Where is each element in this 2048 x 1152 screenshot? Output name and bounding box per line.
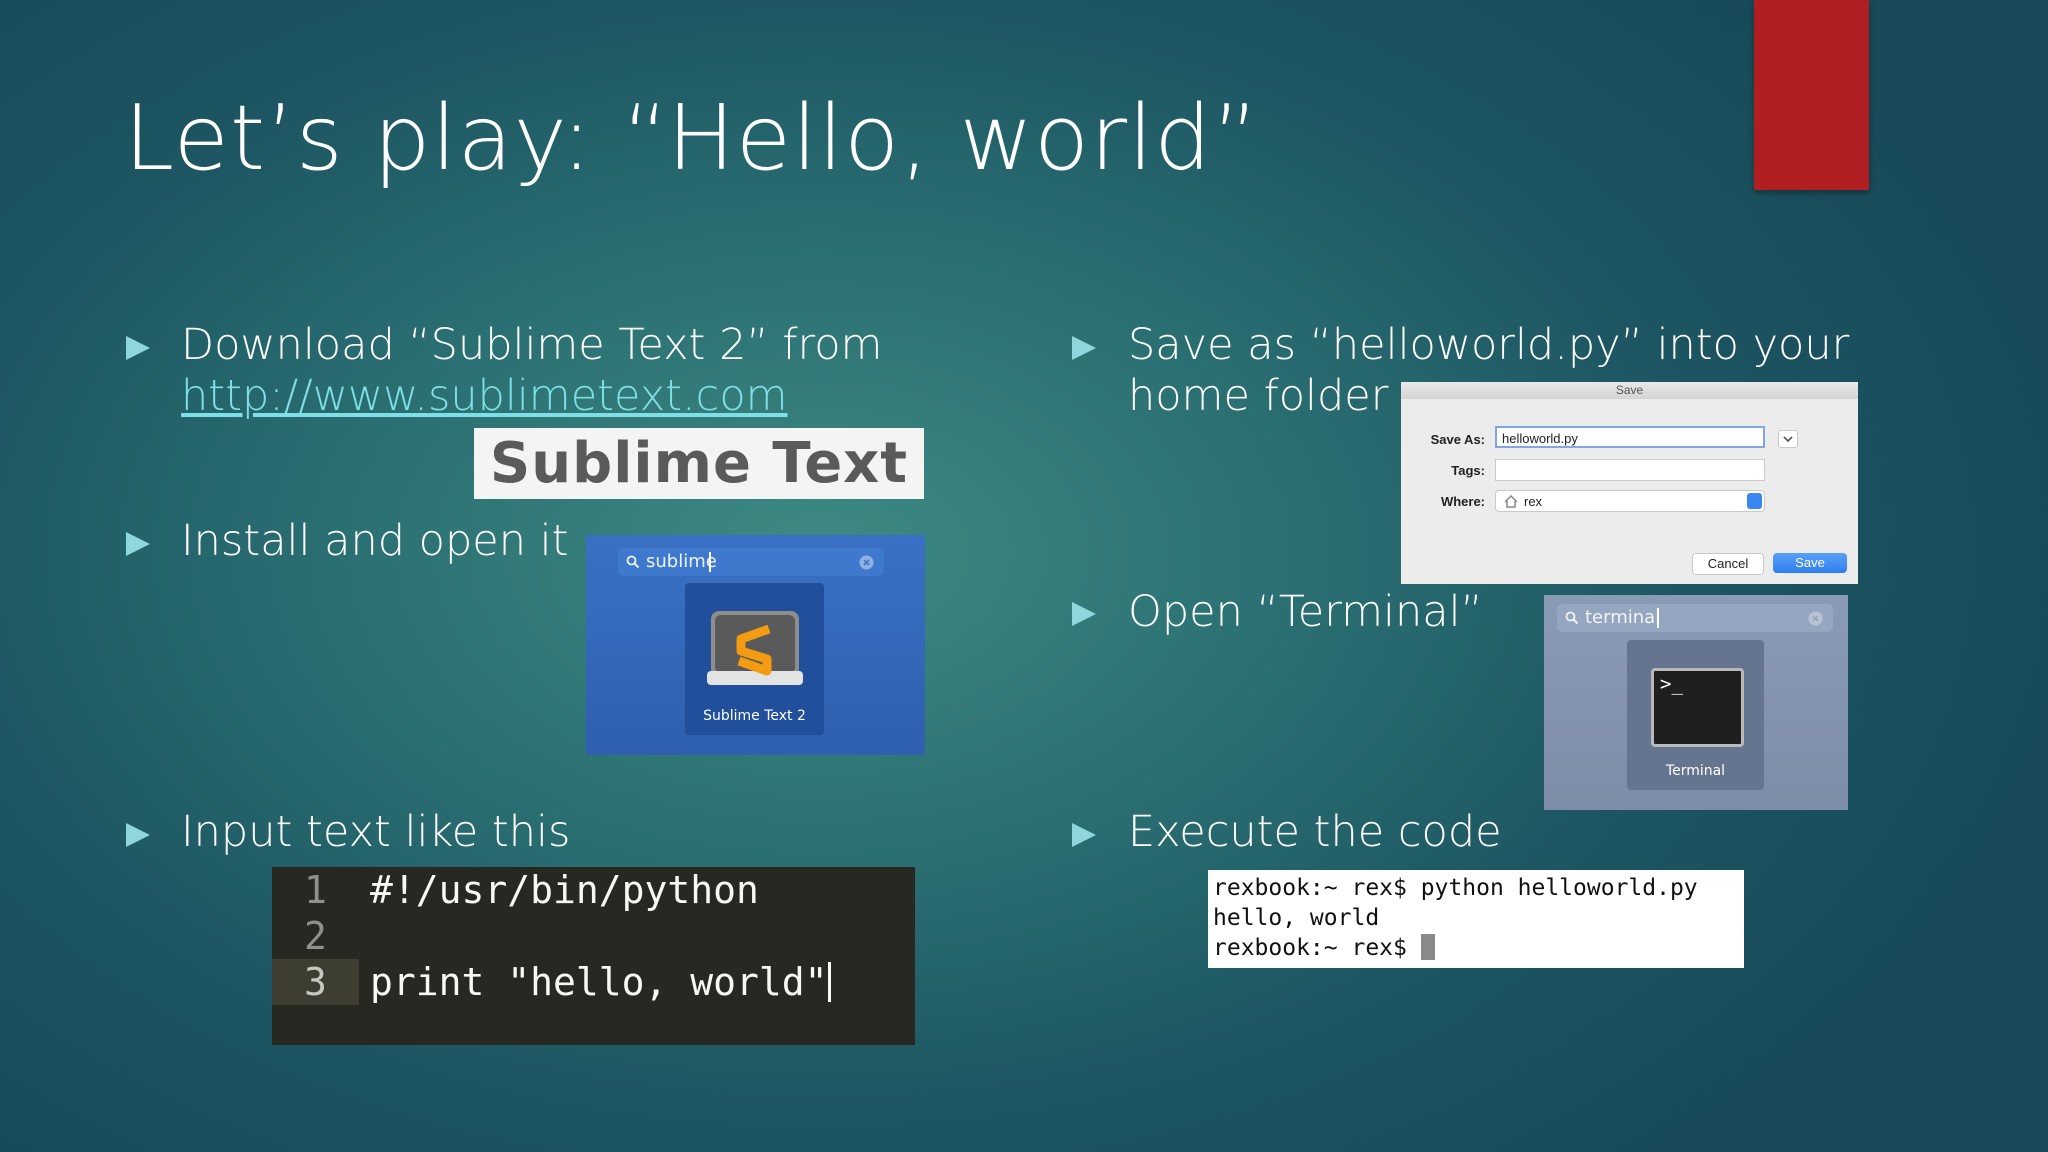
save-dialog-screenshot: Save Save As: helloworld.py Tags: Where:…: [1401, 382, 1858, 584]
bullet-save-line1: Save as “helloworld.py” into your: [1128, 320, 1850, 370]
save-as-label: Save As:: [1430, 432, 1485, 447]
tags-field[interactable]: [1495, 459, 1765, 481]
text-cursor: [1657, 608, 1659, 628]
terminal-icon-glyph: >_: [1660, 673, 1683, 695]
cancel-button[interactable]: Cancel: [1692, 553, 1764, 575]
sublime-text-logo: Sublime Text: [474, 428, 924, 499]
terminal-cursor: [1420, 934, 1435, 960]
code-line: 3 print "hello, world": [272, 959, 915, 1005]
spotlight-search-bar[interactable]: sublime: [618, 548, 884, 576]
terminal-app-icon: >_: [1651, 668, 1744, 747]
code-line: 1 #!/usr/bin/python: [272, 867, 915, 913]
spotlight-result-label: Terminal: [1665, 763, 1726, 779]
code-line: 2: [272, 913, 915, 959]
spotlight-terminal-screenshot: terminal >_ Terminal: [1544, 595, 1848, 810]
select-arrows-icon: [1747, 493, 1762, 509]
code-editor-screenshot: 1 #!/usr/bin/python 2 3 print "hello, wo…: [272, 867, 915, 1045]
save-button[interactable]: Save: [1773, 553, 1847, 573]
search-icon: [1565, 611, 1579, 625]
spotlight-query: sublime: [646, 551, 717, 572]
chevron-down-icon: [1783, 436, 1793, 443]
terminal-output-screenshot: rexbook:~ rex$ python helloworld.py hello…: [1208, 870, 1744, 968]
bullet-arrow-icon: [1072, 823, 1096, 847]
line-number: 2: [304, 914, 327, 958]
terminal-line: hello, world: [1213, 905, 1380, 931]
expand-dialog-button[interactable]: [1778, 430, 1798, 448]
bullet-arrow-icon: [1072, 602, 1096, 626]
bullet-input: Input text like this: [181, 807, 571, 857]
bullet-install: Install and open it: [181, 516, 569, 566]
tags-label: Tags:: [1451, 463, 1485, 478]
terminal-line: rexbook:~ rex$ python helloworld.py: [1213, 875, 1698, 901]
code-text: #!/usr/bin/python: [370, 868, 759, 912]
slide-title: Let’s play: “Hello, world”: [124, 86, 1260, 191]
sublimetext-link[interactable]: http://www.sublimetext.com: [181, 371, 882, 422]
text-cursor: [827, 962, 831, 1002]
sublime-text-logo-text: Sublime Text: [489, 431, 909, 496]
where-select[interactable]: rex: [1495, 490, 1765, 512]
code-line-3: print "hello, world": [370, 959, 831, 1005]
code-text: print "hello, world": [370, 960, 828, 1004]
save-dialog-title: Save: [1401, 382, 1858, 399]
bullet-terminal: Open “Terminal”: [1128, 587, 1483, 637]
clear-search-icon[interactable]: [859, 555, 874, 570]
accent-block: [1754, 0, 1869, 190]
bullet-download: Download “Sublime Text 2” from http://ww…: [181, 320, 882, 422]
bullet-arrow-icon: [1072, 336, 1096, 360]
terminal-prompt: rexbook:~ rex$: [1213, 935, 1421, 961]
spotlight-query: terminal: [1585, 607, 1661, 628]
where-value: rex: [1524, 494, 1543, 509]
bullet-download-text: Download “Sublime Text 2” from: [181, 320, 883, 370]
search-icon: [626, 555, 640, 569]
clear-search-icon[interactable]: [1808, 611, 1823, 626]
bullet-arrow-icon: [126, 336, 150, 360]
line-number: 1: [304, 868, 327, 912]
line-number: 3: [304, 960, 327, 1004]
spotlight-sublime-screenshot: sublime Sublime Text 2: [586, 535, 925, 755]
save-as-field[interactable]: helloworld.py: [1495, 426, 1765, 448]
spotlight-result-terminal[interactable]: >_ Terminal: [1627, 640, 1764, 790]
home-icon: [1504, 495, 1518, 508]
where-label: Where:: [1440, 494, 1485, 509]
text-cursor: [709, 552, 711, 572]
sublime-text-app-icon: [707, 611, 803, 685]
bullet-arrow-icon: [126, 532, 150, 556]
bullet-execute: Execute the code: [1128, 807, 1502, 857]
bullet-arrow-icon: [126, 823, 150, 847]
terminal-prompt-line: rexbook:~ rex$: [1213, 933, 1744, 963]
spotlight-search-bar[interactable]: terminal: [1557, 604, 1833, 632]
spotlight-result-sublime[interactable]: Sublime Text 2: [685, 583, 824, 735]
spotlight-result-label: Sublime Text 2: [703, 708, 806, 724]
